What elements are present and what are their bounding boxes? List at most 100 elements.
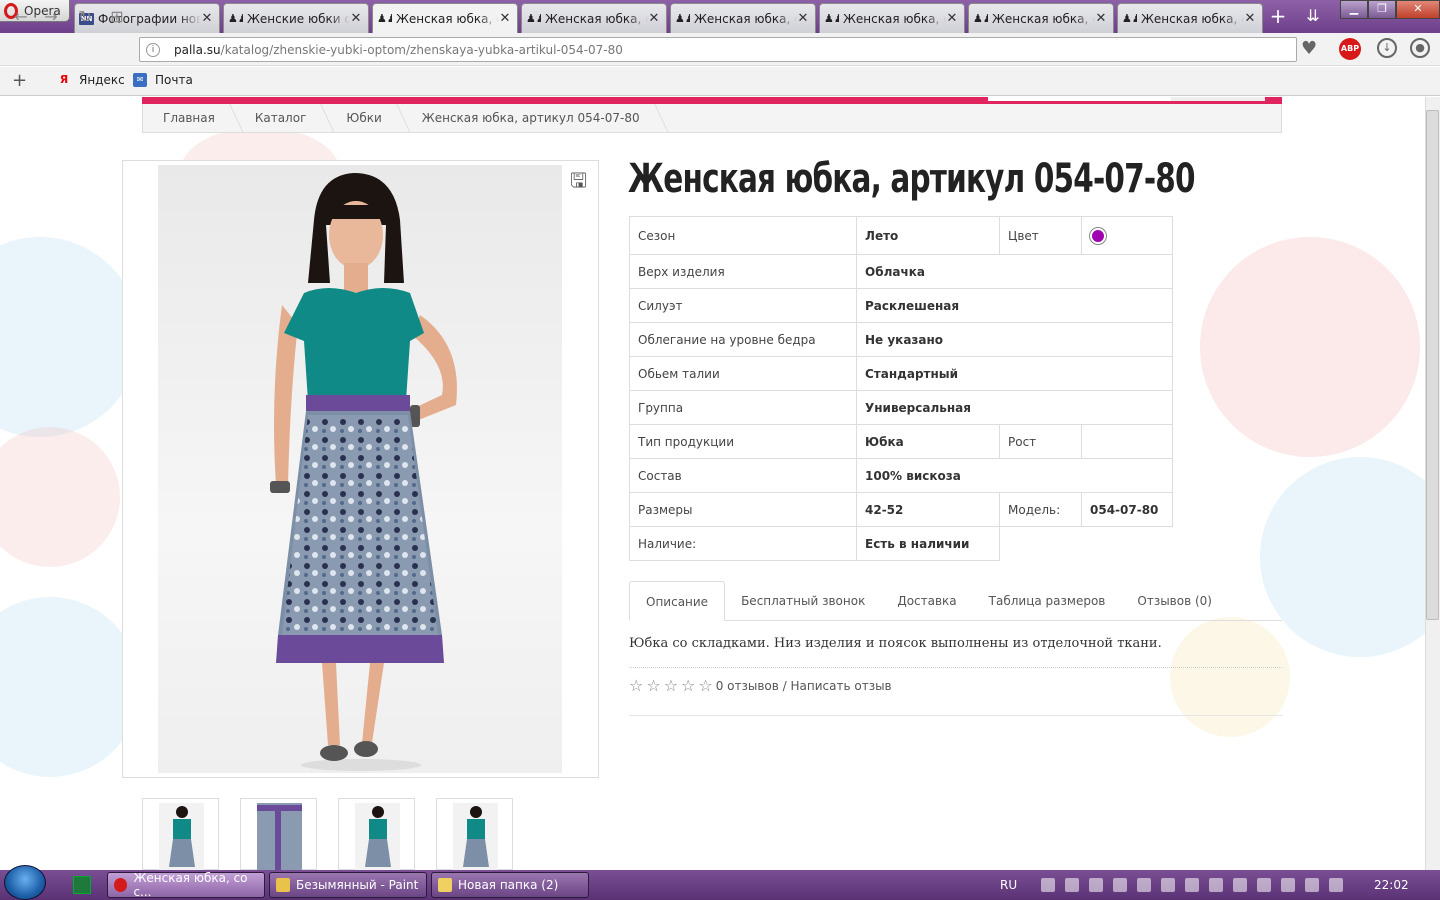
url-text: palla.su/katalog/zhenskie-yubki-optom/zh… [174,43,623,57]
star-icon[interactable]: ☆ [629,676,643,695]
save-icon[interactable]: 🖫 [570,166,587,200]
divider [629,667,1282,668]
spec-value [1081,424,1173,459]
tab-description[interactable]: Описание [629,581,726,621]
spec-table: Сезон Лето Цвет Верх изделия Облачка Сил… [629,216,1173,561]
tray-icon[interactable] [1065,878,1080,892]
thumbnail-image [453,803,498,871]
browser-tab[interactable]: ♟♟ Женская юбка, со складками ✕ [670,3,816,33]
url-field[interactable]: i palla.su/katalog/zhenskie-yubki-optom/… [139,37,1297,62]
search-input[interactable] [988,97,1171,101]
tray-icon[interactable] [1281,878,1296,892]
add-bookmark-icon[interactable]: + [12,70,27,91]
browser-tab-active[interactable]: ♟♟ Женская юбка, со складками ✕ [372,3,518,33]
speed-dial-icon[interactable]: ⊞ [107,7,127,27]
search-button[interactable] [1171,97,1265,101]
language-indicator[interactable]: RU [1000,878,1017,892]
tray-icon[interactable] [1305,878,1320,892]
close-icon[interactable]: ✕ [1095,12,1107,25]
close-icon[interactable]: ✕ [201,12,213,25]
breadcrumb-current[interactable]: Женская юбка, артикул 054-07-80 [402,104,660,133]
spec-value: Расклешеная [856,288,1173,323]
spec-label: Состав [629,458,857,493]
maximize-button[interactable]: ❐ [1368,0,1396,19]
thumbnail[interactable] [142,798,219,871]
star-icon[interactable]: ☆ [664,676,678,695]
tray-icon[interactable] [1233,878,1248,892]
close-icon[interactable]: ✕ [350,12,362,25]
tray-icon[interactable] [1137,878,1152,892]
browser-tab[interactable]: ♟♟ Женская юбка, со складками ✕ [521,3,667,33]
browser-tab[interactable]: ♟♟ Женская юбка, со складками ✕ [1117,3,1263,33]
adblock-icon[interactable]: ABP [1339,38,1361,60]
close-icon[interactable]: ✕ [499,12,511,25]
taskbar-item-browser[interactable]: Женская юбка, со с... [107,871,265,899]
breadcrumb-catalog[interactable]: Каталог [235,104,327,133]
close-icon[interactable]: ✕ [1244,12,1256,25]
back-icon[interactable]: ← [11,7,31,27]
tray-icon[interactable] [1209,878,1224,892]
spec-label: Модель: [999,492,1082,527]
spec-label: Цвет [999,216,1082,255]
signal-icon[interactable] [1185,878,1200,892]
tray-icon[interactable] [1113,878,1128,892]
breadcrumb-home[interactable]: Главная [143,104,235,133]
star-icon[interactable]: ☆ [698,676,712,695]
tray-icon[interactable] [1041,878,1056,892]
scrollbar-thumb[interactable] [1426,110,1439,620]
spec-value: Есть в наличии [856,526,1000,561]
divider [629,715,1282,716]
account-icon[interactable]: ● [1410,38,1430,58]
tab-title: Женские юбки оптом [247,11,350,26]
tab-free-call[interactable]: Бесплатный звонок [725,581,881,621]
write-review-link[interactable]: 0 отзывов / Написать отзыв [716,679,892,693]
thumbnail[interactable] [338,798,415,871]
color-swatch[interactable] [1090,227,1106,244]
close-icon[interactable]: ✕ [648,12,660,25]
reload-icon[interactable]: ↻ [75,7,95,27]
tab-reviews[interactable]: Отзывов (0) [1121,581,1228,621]
tab-size-chart[interactable]: Таблица размеров [973,581,1122,621]
bookmark-mail[interactable]: ✉ Почта [133,73,193,87]
forward-icon[interactable]: → [41,7,61,27]
shield-icon[interactable] [1089,878,1104,892]
star-icon[interactable]: ☆ [646,676,660,695]
clock[interactable]: 22:02 [1374,878,1409,892]
flower-decoration [1170,617,1290,737]
new-tab-button[interactable]: + [1268,6,1288,27]
volume-icon[interactable] [1257,878,1272,892]
excel-icon[interactable] [73,876,91,894]
spec-value: 054-07-80 [1081,492,1173,527]
browser-tab[interactable]: ♟♟ Женская юбка, со складками ✕ [968,3,1114,33]
minimize-button[interactable]: ▁ [1340,0,1368,19]
close-icon[interactable]: ✕ [797,12,809,25]
taskbar-item-paint[interactable]: Безымянный - Paint [269,872,427,898]
taskbar-item-folder[interactable]: Новая папка (2) [431,872,589,898]
product-photo[interactable] [158,165,562,773]
bookmark-yandex[interactable]: Я Яндекс [57,73,125,87]
browser-tab[interactable]: ♟♟ Женские юбки оптом ✕ [223,3,369,33]
flower-decoration [1260,457,1425,657]
spec-label: Облегание на уровне бедра [629,322,857,357]
tab-menu-icon[interactable]: ⇊ [1302,6,1324,26]
spec-label: Верх изделия [629,254,857,289]
dresses-icon: ♟♟ [824,12,839,25]
site-info-icon[interactable]: i [146,42,160,57]
close-window-button[interactable]: ✕ [1396,0,1440,19]
network-icon[interactable] [1329,878,1344,892]
close-icon[interactable]: ✕ [946,12,958,25]
tray-icon[interactable] [1161,878,1176,892]
breadcrumb-skirts[interactable]: Юбки [326,104,401,133]
star-icon[interactable]: ☆ [681,676,695,695]
start-button[interactable] [4,865,46,900]
tab-delivery[interactable]: Доставка [881,581,972,621]
tab-title: Женская юбка, со складками [843,11,946,26]
browser-tab[interactable]: NN Фотографии новостей ✕ [74,3,220,33]
heart-icon[interactable]: ♥ [1301,38,1317,59]
spec-empty [1000,527,1173,561]
thumbnail[interactable] [436,798,513,871]
spec-label: Рост [999,424,1082,459]
download-icon[interactable]: ↓ [1377,38,1397,58]
thumbnail[interactable] [240,798,317,871]
browser-tab[interactable]: ♟♟ Женская юбка, со складками ✕ [819,3,965,33]
